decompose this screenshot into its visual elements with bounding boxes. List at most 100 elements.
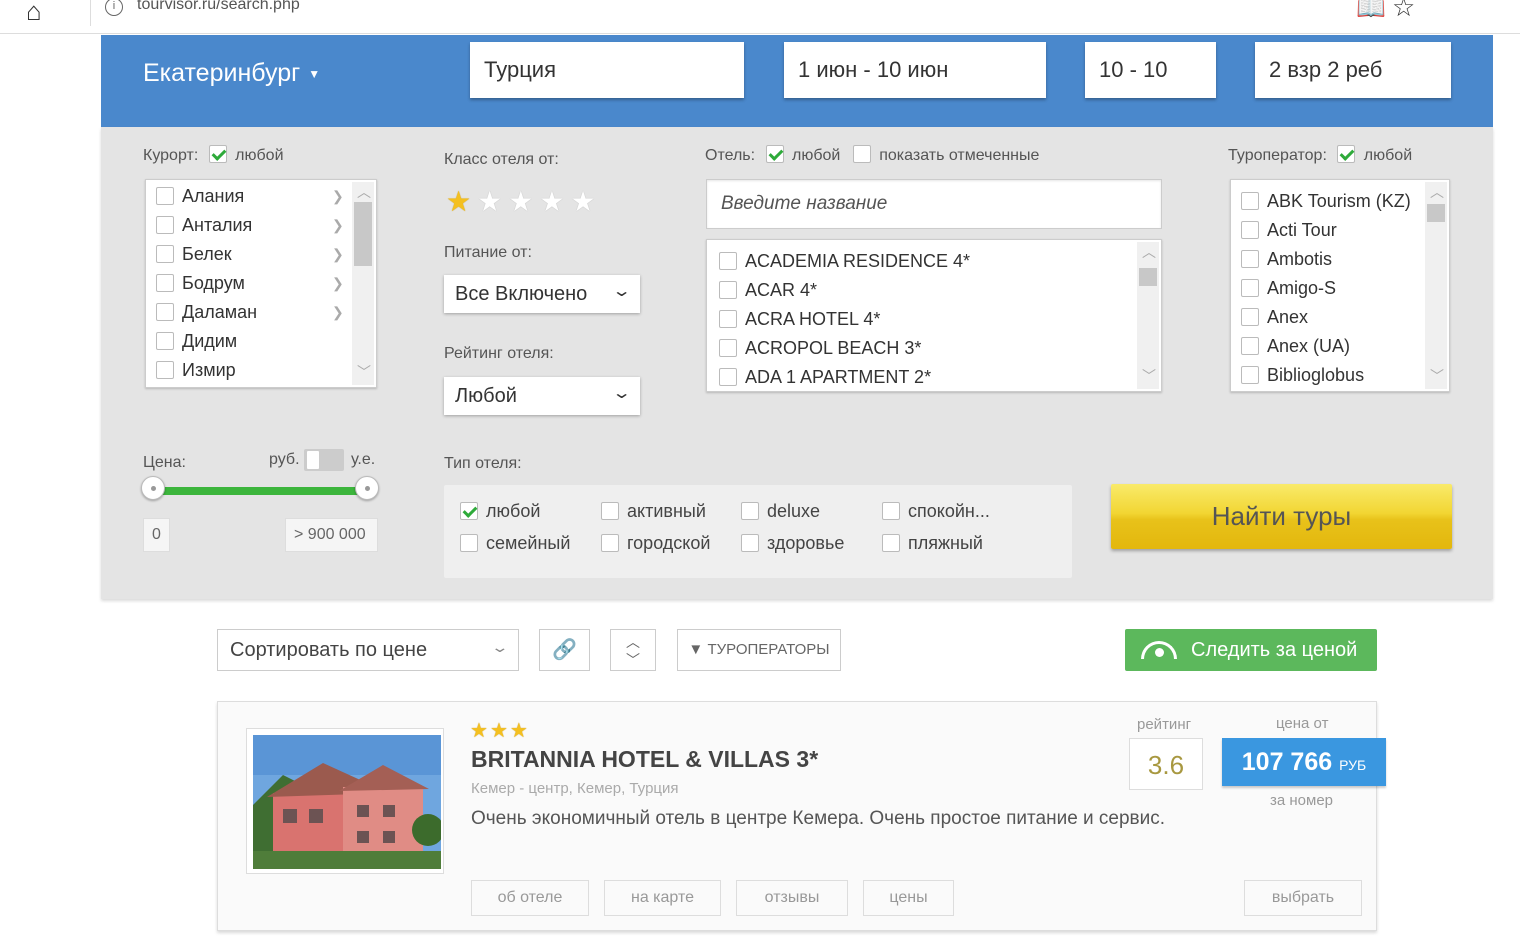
nights-field[interactable]: 10 - 10	[1085, 42, 1216, 98]
resort-any-label: любой	[235, 147, 284, 164]
watch-price-button[interactable]: Следить за ценой	[1125, 629, 1377, 671]
star-icon: ★	[508, 186, 540, 217]
price-slider-track[interactable]	[153, 487, 367, 495]
currency-rub-label: руб.	[269, 451, 300, 468]
tourists-field[interactable]: 2 взр 2 реб	[1255, 42, 1451, 98]
currency-toggle[interactable]	[304, 449, 344, 471]
rating-select[interactable]: Любой ⌄	[444, 377, 640, 415]
price-label: Цена:	[143, 454, 186, 471]
price-min-input[interactable]: 0	[143, 518, 170, 552]
hotel-type-option[interactable]: спокойн...	[882, 501, 990, 522]
resort-scrollbar[interactable]: ︿ ﹀	[352, 182, 374, 385]
list-item[interactable]: Amigo-S	[1241, 278, 1336, 299]
chevron-right-icon[interactable]: ❯	[332, 275, 344, 292]
prices-button[interactable]: цены	[863, 880, 954, 916]
hotel-type-option[interactable]: городской	[601, 533, 710, 554]
sort-order-icon[interactable]: ︿ ﹀	[610, 629, 656, 671]
list-item[interactable]: ACRA HOTEL 4*	[719, 309, 880, 330]
sort-select[interactable]: Сортировать по цене ⌄	[217, 629, 519, 671]
chevron-right-icon[interactable]: ❯	[332, 188, 344, 205]
scroll-down-icon[interactable]: ﹀	[357, 362, 371, 382]
show-marked-checkbox[interactable]	[852, 145, 871, 164]
price-max-input[interactable]: > 900 000	[285, 518, 378, 552]
operator-any-checkbox[interactable]	[1337, 145, 1356, 164]
operator-any-label: любой	[1363, 147, 1413, 164]
hotel-scrollbar[interactable]: ︿ ﹀	[1137, 242, 1159, 389]
select-button[interactable]: выбрать	[1244, 880, 1362, 916]
price-button[interactable]: 107 766 РУБ	[1222, 738, 1386, 786]
list-item[interactable]: Белек	[156, 244, 232, 265]
list-item[interactable]: Бодрум	[156, 273, 245, 294]
reviews-button[interactable]: отзывы	[736, 880, 848, 916]
list-item[interactable]: Anex	[1241, 307, 1308, 328]
home-icon[interactable]: ⌂	[26, 0, 42, 27]
currency-ue-label: у.е.	[351, 451, 376, 468]
hotel-type-option[interactable]: активный	[601, 501, 706, 522]
hotel-photo[interactable]	[246, 728, 444, 874]
price-min-handle[interactable]	[141, 476, 165, 500]
departure-city-select[interactable]: Екатеринбург ▼	[143, 59, 320, 88]
filter-panel: Курорт: любой Алания Анталия Белек Бодру…	[101, 127, 1493, 599]
list-item[interactable]: ACADEMIA RESIDENCE 4*	[719, 251, 970, 272]
per-room-caption: за номер	[1270, 792, 1334, 809]
list-item[interactable]: Anex (UA)	[1241, 336, 1350, 357]
scroll-down-icon[interactable]: ﹀	[1430, 366, 1444, 386]
hotel-header: Отель: любой показать отмеченные	[705, 145, 1039, 165]
scroll-up-icon[interactable]: ︿	[1142, 242, 1156, 262]
country-field[interactable]: Турция	[470, 42, 744, 98]
list-item[interactable]: Алания	[156, 186, 244, 207]
hotel-type-option[interactable]: здоровье	[741, 533, 844, 554]
info-icon[interactable]: i	[105, 0, 123, 16]
star-icon: ★	[470, 720, 490, 742]
list-item[interactable]: ADA 1 APARTMENT 2*	[719, 367, 931, 388]
hotel-search-input[interactable]: Введите название	[706, 179, 1162, 229]
list-item[interactable]: Даламан	[156, 302, 257, 323]
url-text[interactable]: tourvisor.ru/search.php	[137, 0, 300, 14]
list-item[interactable]: ACROPOL BEACH 3*	[719, 338, 921, 359]
price-max-handle[interactable]	[355, 476, 379, 500]
hotel-type-option[interactable]: пляжный	[882, 533, 983, 554]
list-item[interactable]: Измир	[156, 360, 236, 381]
operator-label: Туроператор:	[1228, 147, 1327, 164]
chevron-right-icon[interactable]: ❯	[332, 304, 344, 321]
hotel-type-option[interactable]: deluxe	[741, 501, 820, 522]
find-tours-button[interactable]: Найти туры	[1111, 484, 1452, 549]
list-item[interactable]: ACAR 4*	[719, 280, 817, 301]
favorite-star-icon[interactable]: ☆	[1392, 0, 1415, 23]
chevron-down-icon: ⌄	[611, 385, 632, 402]
rating-caption: рейтинг	[1137, 716, 1192, 733]
hotel-name[interactable]: BRITANNIA HOTEL & VILLAS 3*	[471, 746, 818, 773]
dates-field[interactable]: 1 июн - 10 июн	[784, 42, 1046, 98]
meal-select[interactable]: Все Включено ⌄	[444, 275, 640, 313]
on-map-button[interactable]: на карте	[604, 880, 721, 916]
scroll-up-icon[interactable]: ︿	[357, 182, 371, 202]
resort-any-checkbox[interactable]	[208, 145, 227, 164]
operators-filter-button[interactable]: ▼ ТУРОПЕРАТОРЫ	[677, 629, 841, 671]
list-item[interactable]: Ambotis	[1241, 249, 1332, 270]
hotel-type-label: Тип отеля:	[444, 455, 522, 472]
operator-header: Туроператор: любой	[1228, 145, 1413, 165]
hotel-list[interactable]: ACADEMIA RESIDENCE 4* ACAR 4* ACRA HOTEL…	[706, 239, 1162, 392]
operator-scrollbar[interactable]: ︿ ﹀	[1425, 182, 1447, 389]
hotel-any-checkbox[interactable]	[765, 145, 784, 164]
about-hotel-button[interactable]: об отеле	[471, 880, 589, 916]
scroll-down-icon[interactable]: ﹀	[1142, 366, 1156, 386]
price-caption: цена от	[1276, 715, 1329, 732]
list-item[interactable]: Biblioglobus	[1241, 365, 1364, 386]
hotel-type-option[interactable]: семейный	[460, 533, 570, 554]
chevron-right-icon[interactable]: ❯	[332, 246, 344, 263]
scroll-up-icon[interactable]: ︿	[1430, 182, 1444, 202]
list-item[interactable]: Дидим	[156, 331, 237, 352]
list-item[interactable]: ABK Tourism (KZ)	[1241, 191, 1411, 212]
hotel-any-label: любой	[791, 147, 841, 164]
resort-list[interactable]: Алания Анталия Белек Бодрум Даламан Диди…	[145, 179, 377, 388]
operator-list[interactable]: ABK Tourism (KZ) Acti Tour Ambotis Amigo…	[1230, 179, 1450, 392]
reading-view-icon[interactable]: 📖	[1356, 0, 1386, 23]
chevron-right-icon[interactable]: ❯	[332, 217, 344, 234]
hotel-class-stars[interactable]: ★★★★★	[446, 185, 602, 218]
address-bar[interactable]: i tourvisor.ru/search.php	[90, 0, 1510, 26]
list-item[interactable]: Acti Tour	[1241, 220, 1337, 241]
hotel-type-option[interactable]: любой	[460, 501, 540, 522]
link-icon[interactable]: 🔗	[539, 629, 590, 671]
list-item[interactable]: Анталия	[156, 215, 252, 236]
